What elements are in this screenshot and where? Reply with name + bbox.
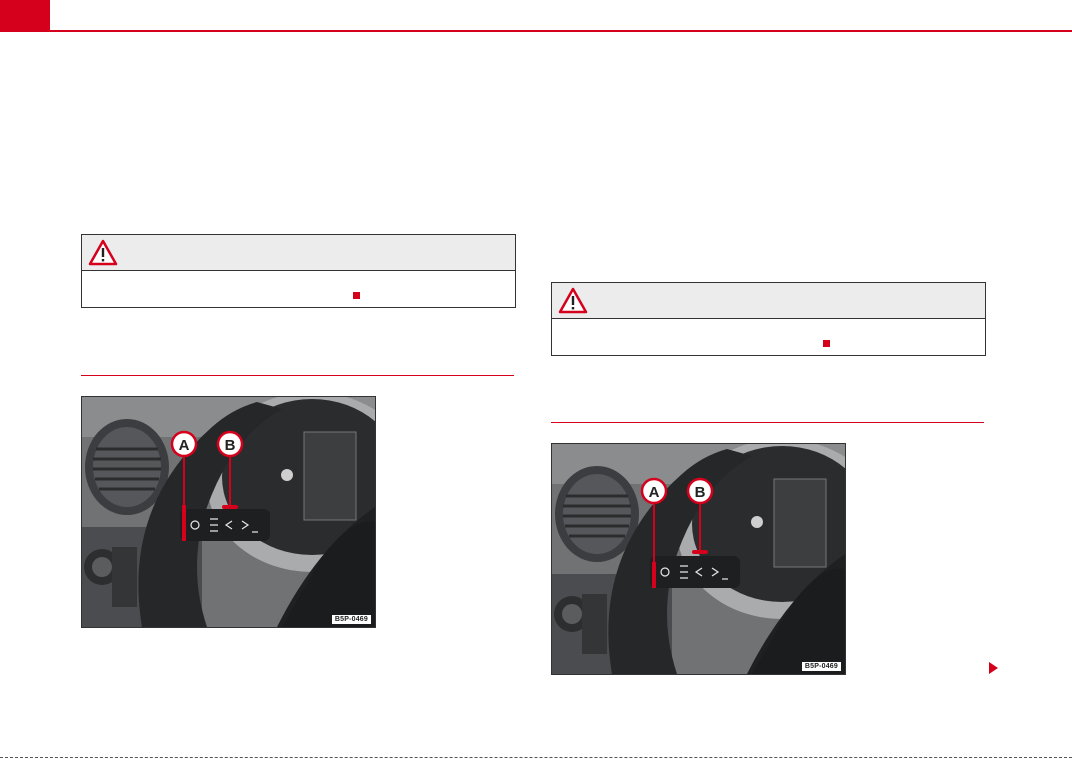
warning-box-right [551,282,986,356]
warning-box-left [81,234,516,308]
callout-b-label: B [695,484,706,501]
end-square-icon [823,340,830,347]
figure-code: B5P-0469 [801,662,841,671]
page-bottom-rule [0,757,1072,758]
warning-triangle-icon [558,287,588,314]
steering-lever-figure-right: A B B5P-0469 [551,443,846,675]
header-rule [0,30,1072,32]
warning-body [82,271,515,305]
callout-b-label: B [225,437,236,454]
page-corner-tab [0,0,50,31]
continue-arrow-icon[interactable] [989,662,998,674]
end-square-icon [353,292,360,299]
warning-triangle-icon [88,239,118,266]
section-divider-left [81,375,514,376]
section-divider-right [551,422,984,423]
warning-body [552,319,985,353]
steering-lever-figure-left: A B B5P-0469 [81,396,376,628]
figure-code: B5P-0469 [331,615,371,624]
warning-header [552,283,985,319]
callout-a-label: A [649,484,660,501]
callout-a-label: A [179,437,190,454]
warning-header [82,235,515,271]
